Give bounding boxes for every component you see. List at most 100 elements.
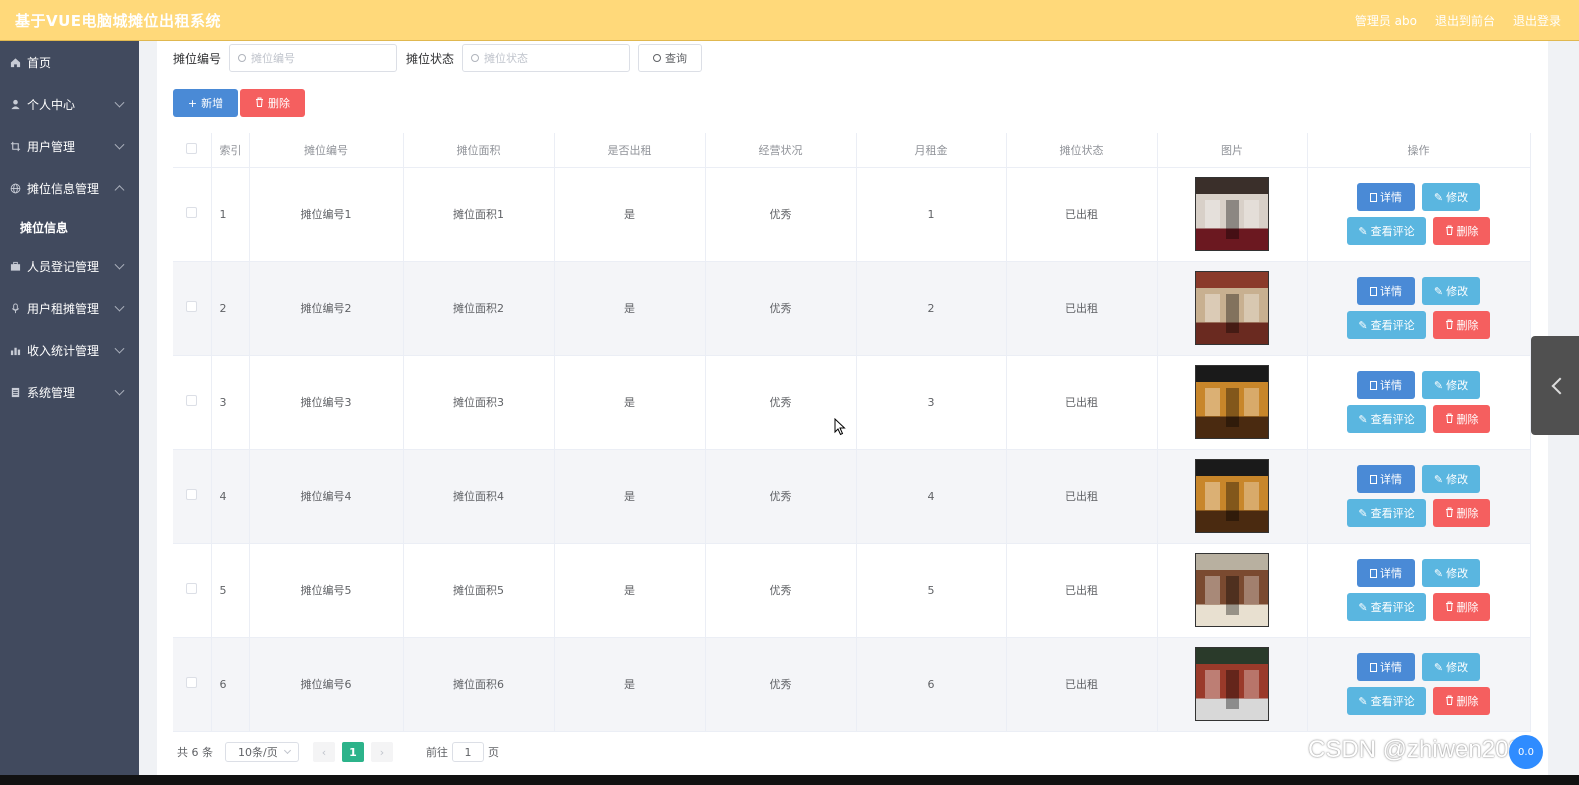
detail-button[interactable]: 详情	[1357, 277, 1415, 305]
cell-stall-code: 摊位编号3	[249, 355, 404, 450]
floating-badge[interactable]: 0.0	[1509, 735, 1543, 769]
stall-code-placeholder: 摊位编号	[251, 52, 296, 65]
cell-stall-area: 摊位面积4	[403, 449, 555, 544]
edit-button[interactable]: ✎ 修改	[1422, 653, 1480, 681]
stall-photo[interactable]	[1195, 647, 1269, 721]
cell-actions: 详情 ✎ 修改 ✎ 查看评论 删除	[1307, 449, 1531, 544]
sidebar-item-system-management[interactable]: 系统管理	[0, 371, 139, 413]
pencil-icon: ✎	[1433, 472, 1444, 486]
row-select-cell[interactable]	[173, 449, 212, 544]
sidebar-item-home[interactable]: 首页	[0, 41, 139, 83]
next-page-button[interactable]: ›	[371, 742, 393, 762]
pencil-icon: ✎	[1433, 190, 1444, 204]
add-button[interactable]: + 新增	[173, 89, 238, 117]
edit-button[interactable]: ✎ 修改	[1422, 277, 1480, 305]
pencil-icon: ✎	[1358, 694, 1368, 708]
sidebar-item-income-statistics[interactable]: 收入统计管理	[0, 329, 139, 371]
row-select-cell[interactable]	[173, 167, 212, 262]
stall-photo[interactable]	[1195, 271, 1269, 345]
row-checkbox[interactable]	[186, 207, 198, 218]
cell-rented: 是	[554, 543, 706, 638]
select-all-checkbox[interactable]	[186, 142, 198, 154]
stall-code-input[interactable]: 摊位编号	[229, 44, 398, 72]
view-comments-button[interactable]: ✎ 查看评论	[1347, 217, 1426, 245]
view-comments-button[interactable]: ✎ 查看评论	[1347, 499, 1426, 527]
view-comments-button[interactable]: ✎ 查看评论	[1347, 311, 1426, 339]
pencil-icon: ✎	[1433, 566, 1444, 580]
row-checkbox[interactable]	[186, 395, 198, 406]
crop-icon	[9, 140, 21, 152]
batch-delete-button[interactable]: 删除	[240, 89, 305, 117]
detail-button[interactable]: 详情	[1357, 465, 1415, 493]
pencil-icon: ✎	[1358, 506, 1368, 520]
cell-image	[1157, 355, 1308, 450]
sidebar-item-label: 人员登记管理	[27, 259, 100, 274]
cell-stall-status: 已出租	[1006, 355, 1158, 450]
select-all-cell[interactable]	[173, 133, 212, 168]
sidebar-item-user-rental[interactable]: 用户租摊管理	[0, 287, 139, 329]
sidebar-item-user-management[interactable]: 用户管理	[0, 125, 139, 167]
sidebar-subitem-stall-info[interactable]: 摊位信息	[0, 209, 139, 245]
goto-page-input[interactable]: 1	[452, 742, 484, 762]
row-select-cell[interactable]	[173, 355, 212, 450]
stall-photo[interactable]	[1195, 365, 1269, 439]
search-icon	[238, 54, 247, 62]
prev-page-button[interactable]: ‹	[313, 742, 335, 762]
user-icon	[9, 98, 21, 110]
document-icon	[1370, 380, 1377, 390]
cell-stall-area: 摊位面积1	[403, 167, 555, 262]
edit-button[interactable]: ✎ 修改	[1422, 371, 1480, 399]
delete-button[interactable]: 删除	[1433, 217, 1490, 245]
row-select-cell[interactable]	[173, 543, 212, 638]
cell-operation-status: 优秀	[705, 543, 857, 638]
column-header: 经营状况	[705, 133, 857, 168]
search-icon	[471, 54, 480, 62]
detail-button[interactable]: 详情	[1357, 559, 1415, 587]
cell-stall-status: 已出租	[1006, 449, 1158, 544]
detail-button[interactable]: 详情	[1357, 653, 1415, 681]
row-select-cell[interactable]	[173, 261, 212, 356]
delete-button[interactable]: 删除	[1433, 687, 1490, 715]
delete-button[interactable]: 删除	[1433, 311, 1490, 339]
row-select-cell[interactable]	[173, 637, 212, 732]
pencil-icon: ✎	[1433, 378, 1444, 392]
row-checkbox[interactable]	[186, 489, 198, 500]
cell-stall-code: 摊位编号2	[249, 261, 404, 356]
detail-button[interactable]: 详情	[1357, 371, 1415, 399]
cell-stall-status: 已出租	[1006, 543, 1158, 638]
delete-button[interactable]: 删除	[1433, 405, 1490, 433]
delete-button[interactable]: 删除	[1433, 499, 1490, 527]
page-number-current[interactable]: 1	[342, 742, 364, 762]
delete-button-label: 删除	[1456, 695, 1479, 708]
stall-photo[interactable]	[1195, 177, 1269, 251]
stall-status-input[interactable]: 摊位状态	[462, 44, 631, 72]
delete-button[interactable]: 删除	[1433, 593, 1490, 621]
back-to-front-link[interactable]: 退出到前台	[1435, 12, 1495, 29]
stall-photo[interactable]	[1195, 459, 1269, 533]
page-size-select[interactable]: 10条/页	[225, 742, 299, 762]
sidebar-item-staff-registration[interactable]: 人员登记管理	[0, 245, 139, 287]
edit-button[interactable]: ✎ 修改	[1422, 465, 1480, 493]
stall-table: 索引 摊位编号 摊位面积 是否出租 经营状况 月租金 摊位状态 图片 操作 1 …	[173, 133, 1531, 732]
edit-button[interactable]: ✎ 修改	[1422, 183, 1480, 211]
view-comments-button[interactable]: ✎ 查看评论	[1347, 687, 1426, 715]
logout-link[interactable]: 退出登录	[1513, 12, 1561, 29]
detail-button[interactable]: 详情	[1357, 183, 1415, 211]
cell-rented: 是	[554, 167, 706, 262]
view-comments-button-label: 查看评论	[1370, 413, 1415, 426]
row-checkbox[interactable]	[186, 677, 198, 688]
sidebar-item-personal-center[interactable]: 个人中心	[0, 83, 139, 125]
query-button[interactable]: 查询	[638, 44, 703, 72]
edit-button[interactable]: ✎ 修改	[1422, 559, 1480, 587]
search-form: 摊位编号 摊位编号 摊位状态 摊位状态 查询	[173, 44, 703, 72]
stall-photo[interactable]	[1195, 553, 1269, 627]
view-comments-button[interactable]: ✎ 查看评论	[1347, 593, 1426, 621]
view-comments-button[interactable]: ✎ 查看评论	[1347, 405, 1426, 433]
row-checkbox[interactable]	[186, 301, 198, 312]
cell-operation-status: 优秀	[705, 637, 857, 732]
sidebar-item-stall-info-management[interactable]: 摊位信息管理	[0, 167, 139, 209]
detail-button-label: 详情	[1380, 285, 1402, 298]
collapse-side-panel-button[interactable]	[1531, 336, 1579, 435]
row-checkbox[interactable]	[186, 583, 198, 594]
edit-button-label: 修改	[1446, 285, 1469, 298]
